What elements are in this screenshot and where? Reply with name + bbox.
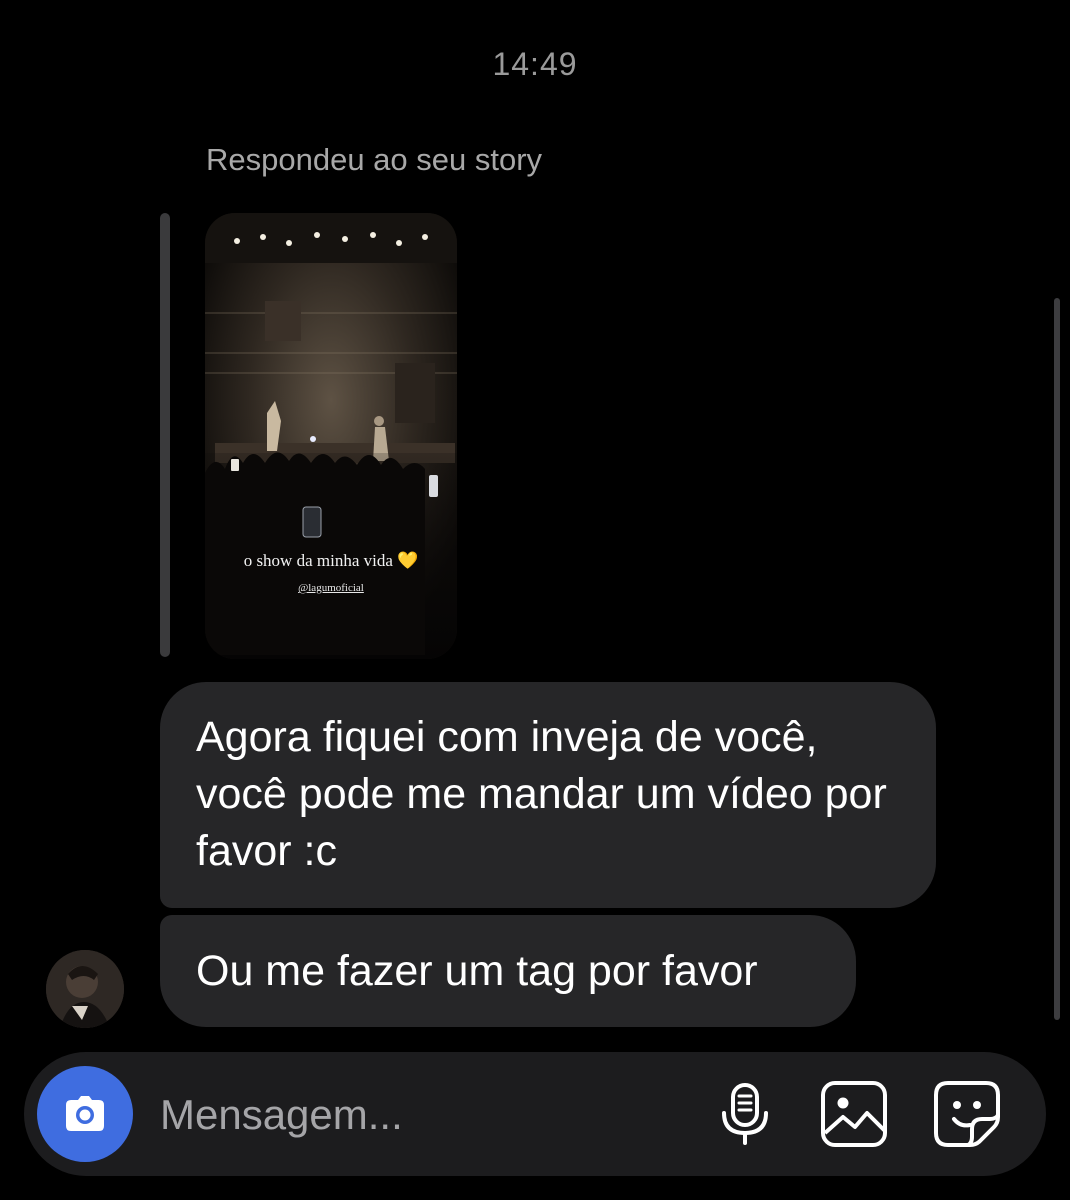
scrollbar[interactable] (1054, 298, 1060, 1020)
story-mention-text[interactable]: @lagumoficial (298, 582, 364, 594)
sticker-button[interactable] (932, 1079, 1002, 1149)
gallery-icon (821, 1081, 887, 1147)
message-timestamp: 14:49 (492, 46, 578, 82)
sender-avatar[interactable] (46, 950, 124, 1028)
story-preview[interactable]: o show da minha vida 💛 @lagumoficial (205, 213, 457, 659)
story-mention[interactable]: @lagumoficial (205, 582, 457, 594)
message-text: Agora fiquei com inveja de você, você po… (196, 713, 887, 875)
reply-indicator-bar (160, 213, 170, 657)
message-bubble[interactable]: Agora fiquei com inveja de você, você po… (160, 682, 936, 908)
voice-message-button[interactable] (710, 1079, 780, 1149)
message-composer (24, 1052, 1046, 1176)
microphone-icon (722, 1083, 768, 1145)
camera-icon (66, 1096, 104, 1131)
message-input[interactable] (160, 1088, 680, 1142)
story-reply-label: Respondeu ao seu story (206, 142, 543, 177)
camera-button[interactable] (37, 1066, 133, 1162)
sticker-icon (934, 1081, 1000, 1147)
avatar-photo (46, 950, 124, 1028)
story-caption: o show da minha vida 💛 (243, 551, 419, 570)
message-text: Ou me fazer um tag por favor (196, 947, 758, 995)
message-bubble[interactable]: Ou me fazer um tag por favor (160, 915, 856, 1027)
gallery-button[interactable] (819, 1079, 889, 1149)
